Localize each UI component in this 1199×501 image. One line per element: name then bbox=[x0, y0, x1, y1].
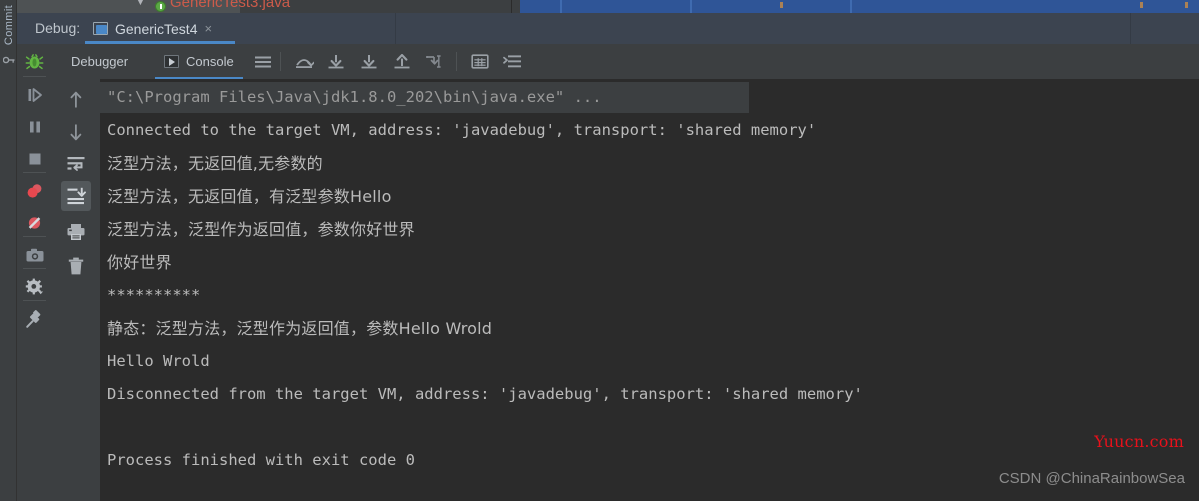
console-line: Disconnected from the target VM, address… bbox=[107, 385, 863, 403]
console-line: Process finished with exit code 0 bbox=[107, 451, 415, 469]
mute-breakpoints-icon[interactable] bbox=[17, 210, 52, 236]
step-out-icon[interactable] bbox=[391, 51, 412, 72]
vcs-key-icon[interactable] bbox=[3, 55, 15, 65]
debug-subtabs-toolbar: Debugger Console bbox=[52, 44, 1199, 79]
debug-bug-icon[interactable] bbox=[17, 48, 52, 74]
toolbar-separator-2 bbox=[456, 52, 457, 71]
evaluate-expression-icon[interactable] bbox=[469, 51, 490, 72]
view-breakpoints-icon[interactable] bbox=[17, 178, 52, 204]
tab-debugger-label: Debugger bbox=[71, 54, 129, 69]
step-into-icon[interactable] bbox=[325, 51, 346, 72]
debug-actions-rail bbox=[17, 44, 52, 501]
editor-strip-divider bbox=[511, 0, 512, 13]
resume-program-icon[interactable] bbox=[17, 82, 52, 108]
console-toolbar bbox=[52, 79, 100, 501]
settings-gear-icon[interactable] bbox=[17, 274, 52, 300]
debug-session-label: GenericTest4 bbox=[115, 20, 198, 37]
soft-wrap-icon[interactable] bbox=[61, 149, 91, 179]
console-line: 静态：泛型方法，泛型作为返回值，参数Hello Wrold bbox=[107, 319, 493, 338]
console-line: 泛型方法，无返回值,无参数的 bbox=[107, 154, 323, 173]
watermark-csdn: CSDN @ChinaRainbowSea bbox=[998, 470, 1185, 487]
toolbar-separator-1 bbox=[280, 52, 281, 71]
camera-icon[interactable] bbox=[17, 242, 52, 268]
layout-settings-icon[interactable] bbox=[252, 51, 273, 72]
editor-tab-strip: ▼ GenericTest3.java bbox=[0, 0, 1199, 13]
tool-window-left-rail: Commit bbox=[0, 0, 17, 501]
debug-tool-window-header: Debug: GenericTest4 × bbox=[17, 13, 1199, 44]
header-divider-1 bbox=[395, 13, 396, 44]
clear-all-icon[interactable] bbox=[61, 251, 91, 281]
watermark-yuucn: Yuucn.com bbox=[1094, 432, 1184, 451]
tab-console-label: Console bbox=[186, 54, 234, 69]
scroll-to-end-icon[interactable] bbox=[61, 181, 91, 211]
close-icon[interactable]: × bbox=[204, 22, 212, 35]
class-marker-icon bbox=[155, 1, 166, 12]
step-over-icon[interactable] bbox=[293, 51, 314, 72]
debug-session-icon bbox=[93, 22, 108, 35]
editor-tab-label: GenericTest3.java bbox=[170, 0, 291, 11]
frames-filter-icon[interactable] bbox=[502, 51, 523, 72]
force-step-into-icon[interactable] bbox=[358, 51, 379, 72]
header-divider-2 bbox=[1130, 13, 1131, 44]
pause-program-icon[interactable] bbox=[17, 114, 52, 140]
chevron-down-icon: ▼ bbox=[135, 0, 146, 8]
editor-strip-gap bbox=[415, 0, 520, 13]
editor-selection-band bbox=[520, 0, 1199, 13]
console-line: 泛型方法，无返回值，有泛型参数Hello bbox=[107, 187, 392, 206]
commit-tool-label[interactable]: Commit bbox=[3, 1, 15, 49]
console-line: Hello Wrold bbox=[107, 352, 210, 370]
rail-separator-3 bbox=[23, 236, 46, 237]
console-line: 泛型方法，泛型作为返回值，参数你好世界 bbox=[107, 220, 415, 239]
rail-separator-4 bbox=[23, 268, 46, 269]
pin-icon[interactable] bbox=[17, 306, 52, 332]
run-console-icon bbox=[164, 55, 179, 68]
console-output-area[interactable]: "C:\Program Files\Java\jdk1.8.0_202\bin\… bbox=[100, 79, 1199, 501]
debug-session-tab[interactable]: GenericTest4 × bbox=[85, 13, 222, 44]
scroll-up-icon[interactable] bbox=[61, 85, 91, 115]
rail-separator-2 bbox=[23, 172, 46, 173]
console-line: Connected to the target VM, address: 'ja… bbox=[107, 121, 817, 139]
scroll-down-icon[interactable] bbox=[61, 117, 91, 147]
print-icon[interactable] bbox=[61, 217, 91, 247]
rail-separator-1 bbox=[23, 76, 46, 77]
console-line: "C:\Program Files\Java\jdk1.8.0_202\bin\… bbox=[100, 82, 749, 113]
debug-label: Debug: bbox=[35, 20, 81, 36]
tab-console[interactable]: Console bbox=[155, 44, 243, 79]
stop-icon[interactable] bbox=[17, 146, 52, 172]
console-line: 你好世界 bbox=[107, 253, 172, 272]
rail-separator-5 bbox=[23, 300, 46, 301]
run-to-cursor-icon[interactable] bbox=[424, 51, 445, 72]
tab-debugger[interactable]: Debugger bbox=[62, 44, 137, 79]
console-line: ********** bbox=[107, 286, 201, 304]
